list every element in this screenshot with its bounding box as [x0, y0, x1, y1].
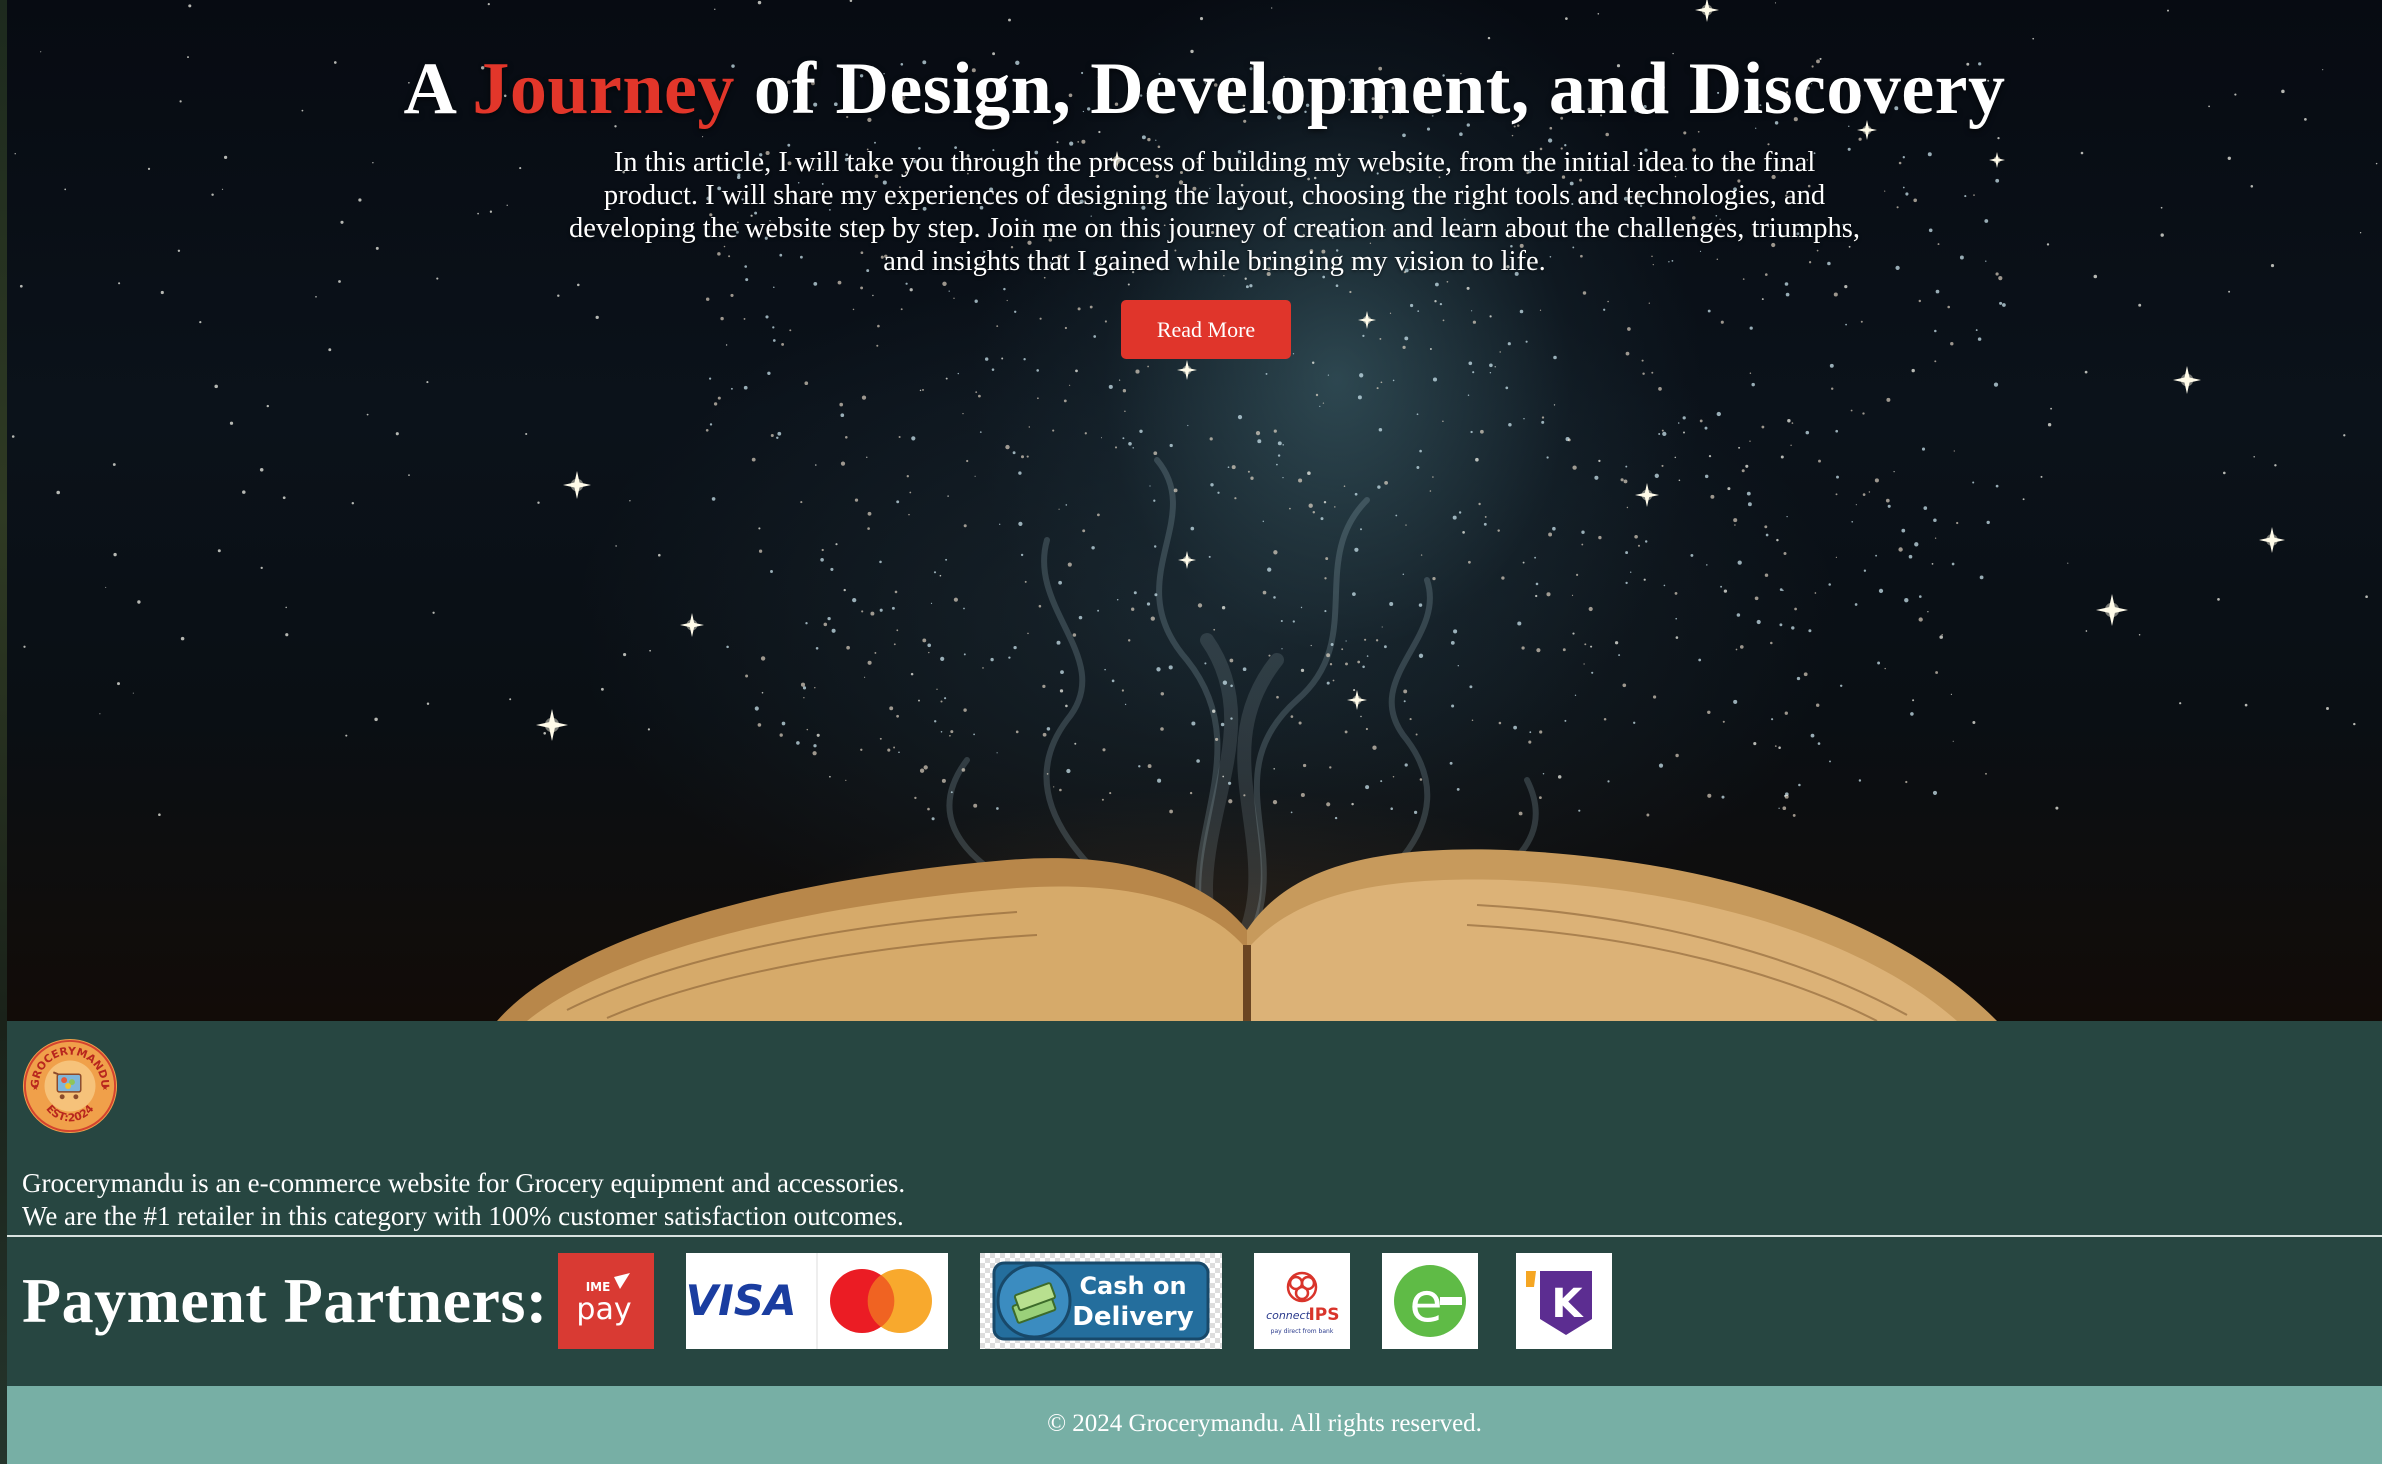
partner-connectips-logo[interactable]: connect IPS pay direct from bank: [1254, 1253, 1350, 1349]
hero-description: In this article, I will take you through…: [569, 147, 1860, 277]
ime-pay-main-text: pay: [576, 1292, 631, 1327]
window-edge: [0, 0, 7, 1464]
cod-main-text: Delivery: [1072, 1302, 1193, 1332]
partner-esewa-logo[interactable]: e: [1382, 1253, 1478, 1349]
open-book: [497, 849, 1997, 1021]
partner-ime-pay-logo[interactable]: IME pay: [558, 1253, 654, 1349]
svg-text:★: ★: [32, 1083, 39, 1092]
hero-title-accent: Journey: [472, 48, 735, 130]
grocerymandu-logo[interactable]: GROCERYMANDU EST:2024 ★ ★: [21, 1037, 119, 1135]
site-footer: GROCERYMANDU EST:2024 ★ ★ Grocerymandu i…: [7, 1021, 2382, 1386]
khalti-letter: K: [1552, 1281, 1585, 1327]
about-line-1: Grocerymandu is an e-commerce website fo…: [22, 1168, 906, 1198]
connectips-prefix-text: connect: [1266, 1309, 1311, 1322]
cod-top-text: Cash on: [1079, 1272, 1186, 1300]
payment-partners-title: Payment Partners:: [22, 1265, 548, 1336]
read-more-button[interactable]: Read More: [1121, 300, 1291, 359]
hero-title-prefix: A: [403, 48, 473, 130]
about-line-2: We are the #1 retailer in this category …: [22, 1201, 904, 1231]
esewa-letter: e: [1409, 1271, 1442, 1334]
visa-text: VISA: [686, 1276, 796, 1325]
connectips-sub-text: pay direct from bank: [1271, 1328, 1334, 1335]
partner-khalti-logo[interactable]: K: [1516, 1253, 1612, 1349]
copyright-text: © 2024 Grocerymandu. All rights reserved…: [1047, 1410, 1482, 1437]
footer-divider: [7, 1235, 2382, 1237]
hero-banner: A Journey of Design, Development, and Di…: [7, 0, 2382, 1021]
svg-text:★: ★: [101, 1083, 108, 1092]
hero-title: A Journey of Design, Development, and Di…: [7, 44, 2382, 134]
partner-visa-mastercard-logo[interactable]: VISA: [686, 1253, 948, 1349]
connectips-main-text: IPS: [1308, 1305, 1339, 1325]
about-text: Grocerymandu is an e-commerce website fo…: [22, 1167, 905, 1233]
hero-title-suffix: of Design, Development, and Discovery: [734, 48, 2006, 130]
copyright-bar: © 2024 Grocerymandu. All rights reserved…: [7, 1386, 2382, 1464]
partner-cash-on-delivery-logo[interactable]: Cash on Delivery: [980, 1253, 1222, 1349]
page: A Journey of Design, Development, and Di…: [0, 0, 2382, 1464]
